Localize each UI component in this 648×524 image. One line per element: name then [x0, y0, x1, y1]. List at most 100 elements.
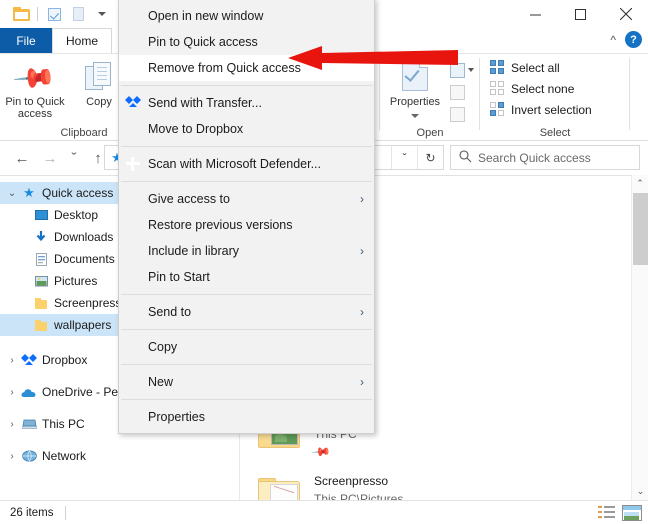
- menu-item-properties[interactable]: Properties: [119, 404, 374, 430]
- search-icon: [459, 149, 472, 166]
- menu-label: Send with Transfer...: [148, 96, 262, 110]
- chevron-right-icon[interactable]: ›: [4, 451, 20, 462]
- large-icons-view-button[interactable]: [622, 505, 642, 521]
- menu-label: Send to: [148, 305, 192, 319]
- chevron-right-icon[interactable]: ›: [4, 355, 20, 366]
- menu-label: Restore previous versions: [148, 218, 293, 232]
- sidebar-label-this-pc: This PC: [42, 417, 85, 431]
- edit-button[interactable]: [450, 81, 480, 103]
- menu-item-send-with-transfer[interactable]: Send with Transfer...: [119, 90, 374, 116]
- menu-label: Include in library: [148, 244, 240, 258]
- folder-screenpresso-icon: [258, 478, 304, 501]
- menu-item-include-in-library[interactable]: Include in library ›: [119, 238, 374, 264]
- select-all-icon: [490, 60, 505, 75]
- search-box[interactable]: Search Quick access: [450, 145, 640, 170]
- select-none-button[interactable]: Select none: [490, 81, 574, 96]
- menu-separator: [121, 146, 372, 147]
- sidebar-label-quick-access: Quick access: [42, 186, 114, 200]
- menu-separator: [121, 294, 372, 295]
- folder-icon: [32, 319, 50, 331]
- sidebar-item-network[interactable]: › Network: [0, 445, 240, 467]
- group-label-select: Select: [539, 127, 571, 139]
- tab-home[interactable]: Home: [52, 28, 112, 53]
- sidebar-label-downloads: Downloads: [54, 230, 114, 244]
- file-name: Screenpresso: [314, 474, 389, 488]
- details-view-button[interactable]: [598, 505, 616, 521]
- refresh-button[interactable]: ↻: [417, 146, 443, 169]
- status-bar: 26 items: [0, 500, 648, 524]
- invert-selection-button[interactable]: Invert selection: [490, 102, 592, 117]
- menu-item-scan-with-microsoft-defender[interactable]: Scan with Microsoft Defender...: [119, 151, 374, 177]
- chevron-right-icon: ›: [360, 192, 364, 206]
- pin-label-line2: access: [17, 108, 53, 120]
- menu-item-send-to[interactable]: Send to ›: [119, 299, 374, 325]
- chevron-right-icon[interactable]: ›: [4, 419, 20, 430]
- history-button[interactable]: [450, 103, 480, 125]
- menu-item-open-in-new-window[interactable]: Open in new window: [119, 3, 374, 29]
- status-divider: [65, 505, 67, 520]
- menu-label: Pin to Start: [148, 270, 210, 284]
- pictures-icon: [32, 275, 50, 287]
- menu-label: Open in new window: [148, 9, 264, 23]
- recent-locations-button[interactable]: ˇ: [64, 144, 84, 172]
- network-icon: [20, 450, 38, 462]
- close-button[interactable]: [603, 0, 648, 28]
- invert-selection-icon: [490, 102, 505, 117]
- ribbon-group-select: Select all Select none Invert selection …: [480, 54, 630, 141]
- vertical-scrollbar[interactable]: ⌃ ⌄: [631, 175, 648, 500]
- documents-icon: [32, 252, 50, 266]
- menu-label: Pin to Quick access: [148, 35, 258, 49]
- menu-label: Copy: [148, 340, 178, 354]
- back-button[interactable]: ←: [8, 144, 36, 172]
- chevron-right-icon[interactable]: ›: [4, 387, 20, 398]
- annotation-arrow-icon: [288, 45, 458, 71]
- menu-label: Properties: [148, 410, 205, 424]
- chevron-down-icon[interactable]: ⌄: [4, 188, 20, 199]
- menu-item-restore-previous-versions[interactable]: Restore previous versions: [119, 212, 374, 238]
- folder-icon: [32, 297, 50, 309]
- properties-label: Properties: [389, 96, 441, 108]
- pin-to-quick-access-button[interactable]: 📌 Pin to Quick access: [4, 55, 66, 120]
- search-input[interactable]: Search Quick access: [478, 151, 591, 165]
- maximize-button[interactable]: [558, 0, 603, 28]
- scroll-down-icon[interactable]: ⌄: [632, 483, 648, 500]
- menu-item-move-to-dropbox[interactable]: Move to Dropbox: [119, 116, 374, 142]
- chevron-right-icon: ›: [360, 305, 364, 319]
- select-all-button[interactable]: Select all: [490, 60, 560, 75]
- folder-icon[interactable]: [9, 3, 33, 25]
- menu-label: Remove from Quick access: [148, 61, 301, 75]
- menu-item-copy[interactable]: Copy: [119, 334, 374, 360]
- dropbox-icon: [125, 95, 141, 111]
- menu-item-new[interactable]: New ›: [119, 369, 374, 395]
- forward-button[interactable]: →: [36, 144, 64, 172]
- properties-dropdown-caret-icon[interactable]: [411, 114, 419, 118]
- invert-selection-label: Invert selection: [511, 102, 592, 117]
- menu-item-give-access-to[interactable]: Give access to ›: [119, 186, 374, 212]
- sidebar-label-wallpapers: wallpapers: [54, 318, 112, 332]
- menu-label: Give access to: [148, 192, 230, 206]
- select-none-label: Select none: [511, 81, 575, 96]
- menu-item-pin-to-start[interactable]: Pin to Start: [119, 264, 374, 290]
- onedrive-icon: [20, 387, 38, 398]
- menu-label: New: [148, 375, 174, 389]
- scroll-up-icon[interactable]: ⌃: [632, 175, 648, 192]
- new-folder-icon[interactable]: [66, 3, 90, 25]
- item-count-label: 26 items: [10, 506, 54, 519]
- minimize-button[interactable]: [513, 0, 558, 28]
- tab-file[interactable]: File: [0, 28, 52, 53]
- defender-icon: [125, 156, 141, 172]
- help-icon[interactable]: ?: [625, 31, 642, 48]
- customize-caret-icon[interactable]: [90, 3, 114, 25]
- star-icon: ★: [23, 185, 35, 200]
- chevron-right-icon: ›: [360, 244, 364, 258]
- menu-label: Move to Dropbox: [148, 122, 244, 136]
- sidebar-label-documents: Documents: [54, 252, 115, 266]
- desktop-icon: [32, 209, 50, 221]
- address-dropdown-button[interactable]: ˇ: [391, 146, 417, 169]
- properties-checkbox-icon[interactable]: [42, 3, 66, 25]
- scrollbar-thumb[interactable]: [633, 193, 648, 265]
- pin-icon: 📌: [12, 55, 58, 101]
- chevron-up-icon[interactable]: ^: [610, 33, 616, 47]
- sidebar-label-pictures: Pictures: [54, 274, 98, 288]
- list-item[interactable]: Screenpresso This PC\Pictures: [258, 472, 588, 501]
